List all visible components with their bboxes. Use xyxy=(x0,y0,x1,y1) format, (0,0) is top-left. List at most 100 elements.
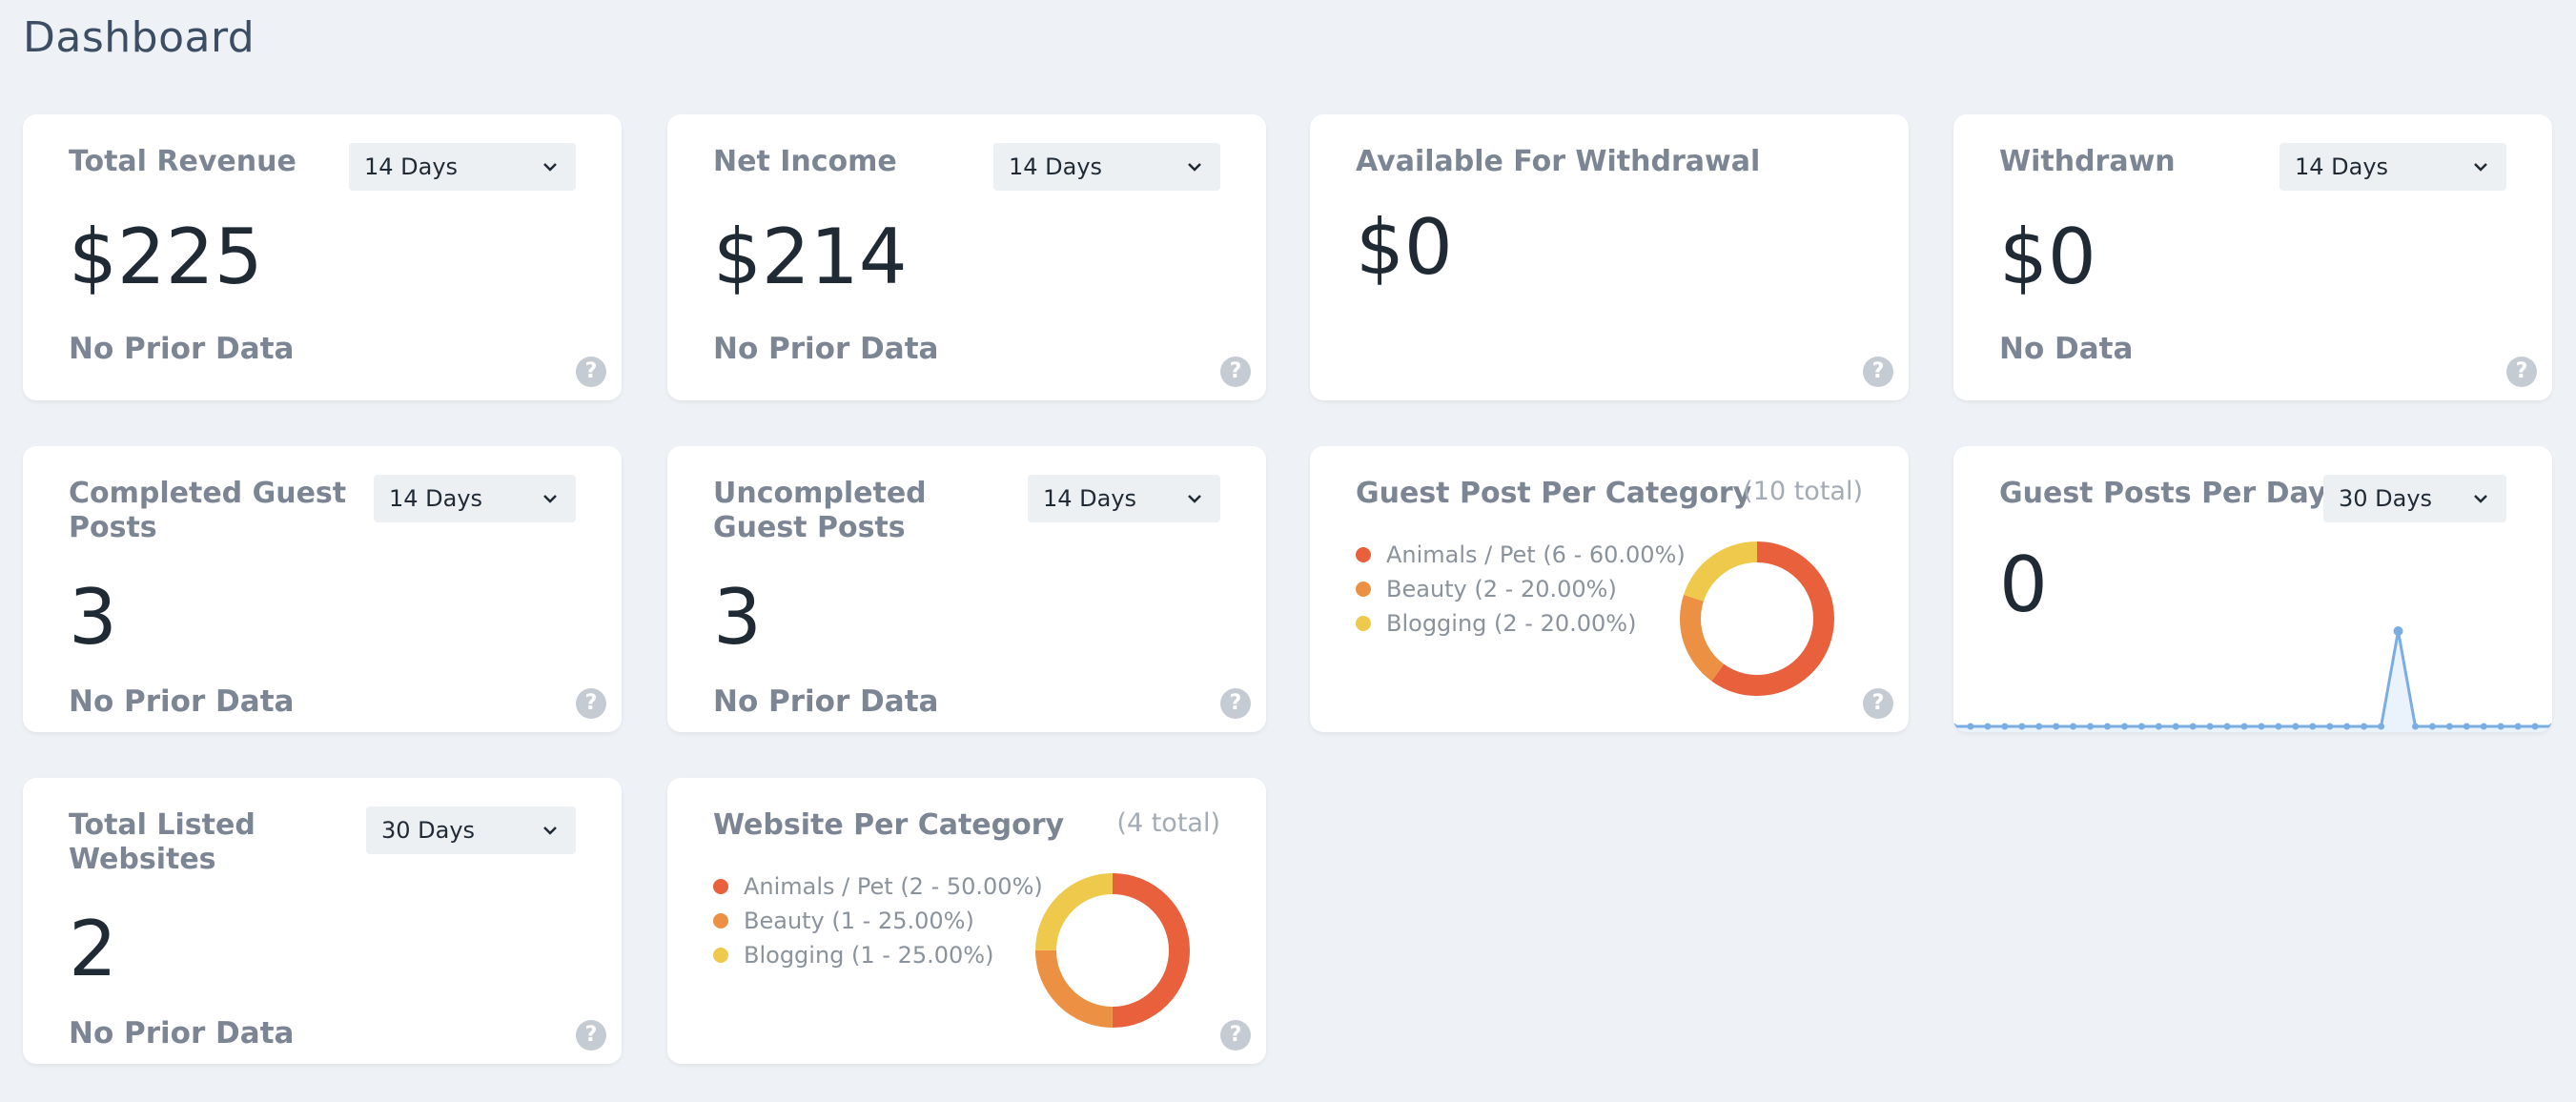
range-select-value: 14 Days xyxy=(1043,485,1137,512)
sparkline-point xyxy=(2172,723,2179,730)
range-select[interactable]: 14 Days xyxy=(993,143,1220,191)
sparkline-area xyxy=(1953,631,2552,732)
range-select-value: 30 Days xyxy=(2339,485,2433,512)
legend-item: Beauty (1 - 25.00%) xyxy=(713,904,1043,938)
total-revenue-card: Total Revenue 14 Days $225 No Prior Data… xyxy=(23,114,622,400)
comparison-text: No Data xyxy=(1999,332,2134,366)
sparkline-point xyxy=(2463,723,2470,730)
comparison-text: No Prior Data xyxy=(69,332,295,366)
chevron-down-icon xyxy=(1188,495,1201,503)
chevron-down-icon xyxy=(2474,163,2487,172)
sparkline-point xyxy=(2087,723,2095,730)
legend-label: Beauty (1 - 25.00%) xyxy=(744,908,974,934)
legend-label: Beauty (2 - 20.00%) xyxy=(1386,576,1617,602)
help-icon[interactable]: ? xyxy=(1863,357,1893,387)
card-title: Available For Withdrawal xyxy=(1356,145,1761,178)
website-per-category-card: Website Per Category (4 total) Animals /… xyxy=(667,778,1266,1064)
posts-per-day-sparkline xyxy=(1953,626,2552,732)
guest-post-per-category-card: Guest Post Per Category (10 total) Anima… xyxy=(1310,446,1909,732)
sparkline-point xyxy=(2480,723,2487,730)
sparkline-point xyxy=(2189,723,2197,730)
metric-value: 3 xyxy=(69,573,117,662)
card-title: Total Revenue xyxy=(69,145,296,178)
sparkline-point xyxy=(2070,723,2077,730)
completed-guest-posts-card: Completed Guest Posts 14 Days 3 No Prior… xyxy=(23,446,622,732)
range-select[interactable]: 14 Days xyxy=(1028,475,1220,522)
sparkline-point xyxy=(1984,723,1992,730)
legend-swatch xyxy=(713,879,728,894)
legend-item: Blogging (1 - 25.00%) xyxy=(713,938,1043,972)
legend-item: Beauty (2 - 20.00%) xyxy=(1356,572,1686,606)
sparkline-point xyxy=(2137,723,2145,730)
range-select-value: 30 Days xyxy=(381,817,476,844)
sparkline-point xyxy=(2393,626,2403,636)
sparkline-point xyxy=(2292,723,2300,730)
chevron-down-icon xyxy=(543,163,557,172)
sparkline-point xyxy=(2411,723,2419,730)
sparkline-point xyxy=(2018,723,2026,730)
total-count: (4 total) xyxy=(1116,808,1220,838)
help-icon[interactable]: ? xyxy=(576,357,606,387)
sparkline-point xyxy=(2514,723,2522,730)
range-select[interactable]: 30 Days xyxy=(366,806,576,854)
legend-label: Animals / Pet (2 - 50.00%) xyxy=(744,873,1043,900)
guest-posts-per-day-card: Guest Posts Per Day 30 Days 0 xyxy=(1953,446,2552,732)
metric-value: $0 xyxy=(1356,203,1453,292)
help-icon[interactable]: ? xyxy=(1220,688,1251,719)
available-withdrawal-card: Available For Withdrawal $0 ? xyxy=(1310,114,1909,400)
metric-value: $0 xyxy=(1999,213,2096,301)
metric-value: $214 xyxy=(713,213,908,301)
category-donut-chart xyxy=(1680,541,1834,696)
card-title: Total Listed Websites xyxy=(69,808,256,876)
sparkline-point xyxy=(2240,723,2248,730)
legend-label: Blogging (1 - 25.00%) xyxy=(744,942,994,969)
metric-value: $225 xyxy=(69,213,263,301)
comparison-text: No Prior Data xyxy=(713,332,939,366)
sparkline-point xyxy=(2497,723,2504,730)
sparkline-point xyxy=(2275,723,2282,730)
sparkline-point xyxy=(2258,723,2265,730)
sparkline-point xyxy=(2445,723,2453,730)
sparkline-point xyxy=(2103,723,2111,730)
chevron-down-icon xyxy=(2474,495,2487,503)
sparkline-point xyxy=(2531,723,2539,730)
chevron-down-icon xyxy=(543,826,557,835)
help-icon[interactable]: ? xyxy=(1220,1020,1251,1051)
legend-label: Animals / Pet (6 - 60.00%) xyxy=(1386,541,1686,568)
legend-item: Animals / Pet (2 - 50.00%) xyxy=(713,869,1043,904)
legend-item: Animals / Pet (6 - 60.00%) xyxy=(1356,538,1686,572)
comparison-text: No Prior Data xyxy=(69,1016,295,1051)
sparkline-point xyxy=(2309,723,2317,730)
range-select-value: 14 Days xyxy=(364,153,459,180)
net-income-card: Net Income 14 Days $214 No Prior Data ? xyxy=(667,114,1266,400)
card-title: Withdrawn xyxy=(1999,145,2176,178)
legend-label: Blogging (2 - 20.00%) xyxy=(1386,610,1637,637)
legend-swatch xyxy=(1356,616,1371,631)
help-icon[interactable]: ? xyxy=(1220,357,1251,387)
chevron-down-icon xyxy=(543,495,557,503)
range-select[interactable]: 14 Days xyxy=(349,143,576,191)
chevron-down-icon xyxy=(1188,163,1201,172)
sparkline-point xyxy=(2223,723,2231,730)
help-icon[interactable]: ? xyxy=(2506,357,2537,387)
card-title: Completed Guest Posts xyxy=(69,477,347,544)
range-select[interactable]: 30 Days xyxy=(2323,475,2506,522)
help-icon[interactable]: ? xyxy=(1863,688,1893,719)
legend-swatch xyxy=(713,913,728,929)
total-count: (10 total) xyxy=(1743,477,1863,506)
sparkline-point xyxy=(2120,723,2128,730)
range-select[interactable]: 14 Days xyxy=(374,475,576,522)
comparison-text: No Prior Data xyxy=(713,684,939,719)
card-title: Website Per Category xyxy=(713,808,1065,842)
sparkline-point xyxy=(2343,723,2351,730)
card-title: Guest Post Per Category xyxy=(1356,477,1752,510)
legend-item: Blogging (2 - 20.00%) xyxy=(1356,606,1686,641)
range-select-value: 14 Days xyxy=(2295,153,2389,180)
card-title: Guest Posts Per Day xyxy=(1999,477,2327,510)
sparkline-point xyxy=(2361,723,2368,730)
help-icon[interactable]: ? xyxy=(576,688,606,719)
range-select-value: 14 Days xyxy=(1009,153,1103,180)
legend-swatch xyxy=(713,948,728,963)
help-icon[interactable]: ? xyxy=(576,1020,606,1051)
range-select[interactable]: 14 Days xyxy=(2280,143,2506,191)
